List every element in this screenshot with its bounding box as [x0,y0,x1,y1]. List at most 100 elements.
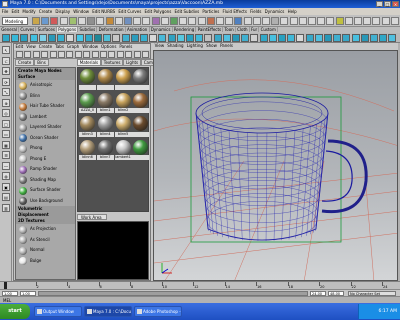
close-button[interactable]: × [392,1,399,7]
shelf-tool-icon[interactable] [2,34,10,42]
material-swatch[interactable]: lambert1 [114,139,132,162]
perspective-viewport[interactable] [153,50,398,281]
work-area-tab[interactable]: Work Area [77,214,107,220]
status-tool-icon[interactable] [50,17,59,25]
hypershade-view-icon[interactable]: ◍ [2,172,10,180]
node-item-bulge[interactable]: Bulge [16,256,75,267]
status-tool-icon[interactable] [96,17,105,25]
shelf-tool-icon[interactable] [20,34,29,42]
node-item-anisotropic[interactable]: Anisotropic [16,80,75,91]
select-tool-icon[interactable]: ↖ [2,46,10,54]
shelf-tool-icon[interactable] [38,34,47,42]
shelf-tool-icon[interactable] [250,34,259,42]
hypershade-tool-icon[interactable] [16,51,23,58]
time-slider[interactable]: 124681012141618202224 [0,281,400,289]
status-tool-icon[interactable] [381,17,390,25]
shelf-tool-icon[interactable] [213,34,222,42]
move-tool-icon[interactable]: ✥ [2,67,10,75]
shelf-tool-icon[interactable] [241,34,250,42]
mode-selector[interactable]: Modeling [2,17,28,25]
status-tool-icon[interactable] [41,17,50,25]
status-tool-icon[interactable] [142,17,151,25]
menu-modify[interactable]: Modify [21,9,37,14]
single-view-icon[interactable]: ▭ [2,130,10,138]
shelf-tool-icon[interactable] [121,34,130,42]
shelf-tool-icon[interactable] [222,34,231,42]
soft-mod-tool-icon[interactable]: ◎ [2,109,10,117]
status-tool-icon[interactable] [133,17,142,25]
material-swatch[interactable]: blinn2 [114,92,132,115]
node-item-hair-tube-shader[interactable]: Hair Tube Shader [16,101,75,112]
shelf-tool-icon[interactable] [305,34,314,42]
status-tool-icon[interactable] [87,17,96,25]
hypershade-menu-panels[interactable]: Panels [118,44,134,49]
material-swatch[interactable] [132,92,150,115]
status-tool-icon[interactable] [124,17,132,25]
shelf-tool-icon[interactable] [186,34,194,42]
menu-display[interactable]: Display [54,9,72,14]
menu-edit-nurbs[interactable]: Edit NURBS [91,9,117,14]
shelf-tab-painteffects[interactable]: PaintEffects [196,27,224,32]
hypershade-menu-edit[interactable]: Edit [14,44,25,49]
shelf-tool-icon[interactable] [11,34,20,42]
shelf-tab-polygons[interactable]: Polygons [57,27,79,32]
viewport-menu-lighting[interactable]: Lighting [185,43,204,48]
status-tool-icon[interactable] [78,17,86,25]
status-tool-icon[interactable] [179,17,188,25]
hypershade-tool-icon[interactable] [66,51,74,58]
hypershade-tool-icon[interactable] [100,51,107,58]
menu-edit-subdivs[interactable]: Edit Subdivs [173,9,201,14]
hypershade-tool-icon[interactable] [41,51,49,58]
hypershade-tool-icon[interactable] [133,51,141,58]
status-tool-icon[interactable] [68,17,77,25]
shelf-tool-icon[interactable] [232,34,240,42]
shelf-tool-icon[interactable] [130,34,139,42]
material-swatch[interactable]: blinn6 [79,139,96,162]
maximize-button[interactable]: □ [384,1,391,7]
shelf-tool-icon[interactable] [57,34,66,42]
mat-tab-materials[interactable]: Materials [77,59,101,66]
status-tool-icon[interactable] [262,17,270,25]
shelf-tab-surfaces[interactable]: Surfaces [36,27,58,32]
rotate-tool-icon[interactable]: ⟳ [2,77,10,86]
shelf-tool-icon[interactable] [158,34,167,42]
menu-particles[interactable]: Particles [201,9,221,14]
hypershade-tool-icon[interactable] [74,51,82,58]
mat-tab-lights[interactable]: Lights [123,59,141,66]
material-swatch[interactable] [79,69,96,91]
material-swatch[interactable]: AZZA_II [79,92,96,115]
last-tool-icon[interactable]: □ [2,119,10,128]
shelf-tool-icon[interactable] [259,34,268,42]
minimize-button[interactable]: _ [376,1,383,7]
shelf-tool-icon[interactable] [379,34,388,42]
shelf-tab-animation[interactable]: Animation [125,27,150,32]
node-item-as-stencil[interactable]: As Stencil [16,235,75,246]
start-button[interactable]: start [0,304,30,319]
shelf-tool-icon[interactable] [112,34,121,42]
hypershade-menu-view[interactable]: View [25,44,38,49]
shelf-tool-icon[interactable] [370,34,378,42]
taskbar-task-adobe-photoshop[interactable]: Adobe Photoshop - [... [134,306,182,317]
shelf-tab-dynamics[interactable]: Dynamics [149,27,173,32]
node-item-as-projection[interactable]: As Projection [16,224,75,235]
node-item-phong[interactable]: Phong [16,143,75,154]
shelf-tab-custom[interactable]: Custom [259,27,279,32]
shelf-tool-icon[interactable] [342,34,351,42]
material-swatch[interactable]: blinn1 [96,92,114,115]
status-tool-icon[interactable] [252,17,261,25]
shelf-tool-icon[interactable] [278,34,286,42]
hypershade-menu-window[interactable]: Window [81,44,100,49]
shelf-tool-icon[interactable] [268,34,277,42]
status-tool-icon[interactable] [225,17,234,25]
status-tool-icon[interactable] [308,17,316,25]
shelf-tab-curves[interactable]: Curves [19,27,37,32]
shelf-tool-icon[interactable] [103,34,112,42]
node-item-normal[interactable]: Normal [16,245,75,256]
viewport-menu-panels[interactable]: Panels [218,43,234,48]
tab-bins[interactable]: Bins [34,59,49,66]
mat-tab-textures[interactable]: Textures [100,59,124,66]
menu-dynamics[interactable]: Dynamics [263,9,286,14]
material-swatch[interactable] [132,139,150,162]
viewport-menu-view[interactable]: View [153,43,166,48]
hypershade-menu-options[interactable]: Options [99,44,117,49]
